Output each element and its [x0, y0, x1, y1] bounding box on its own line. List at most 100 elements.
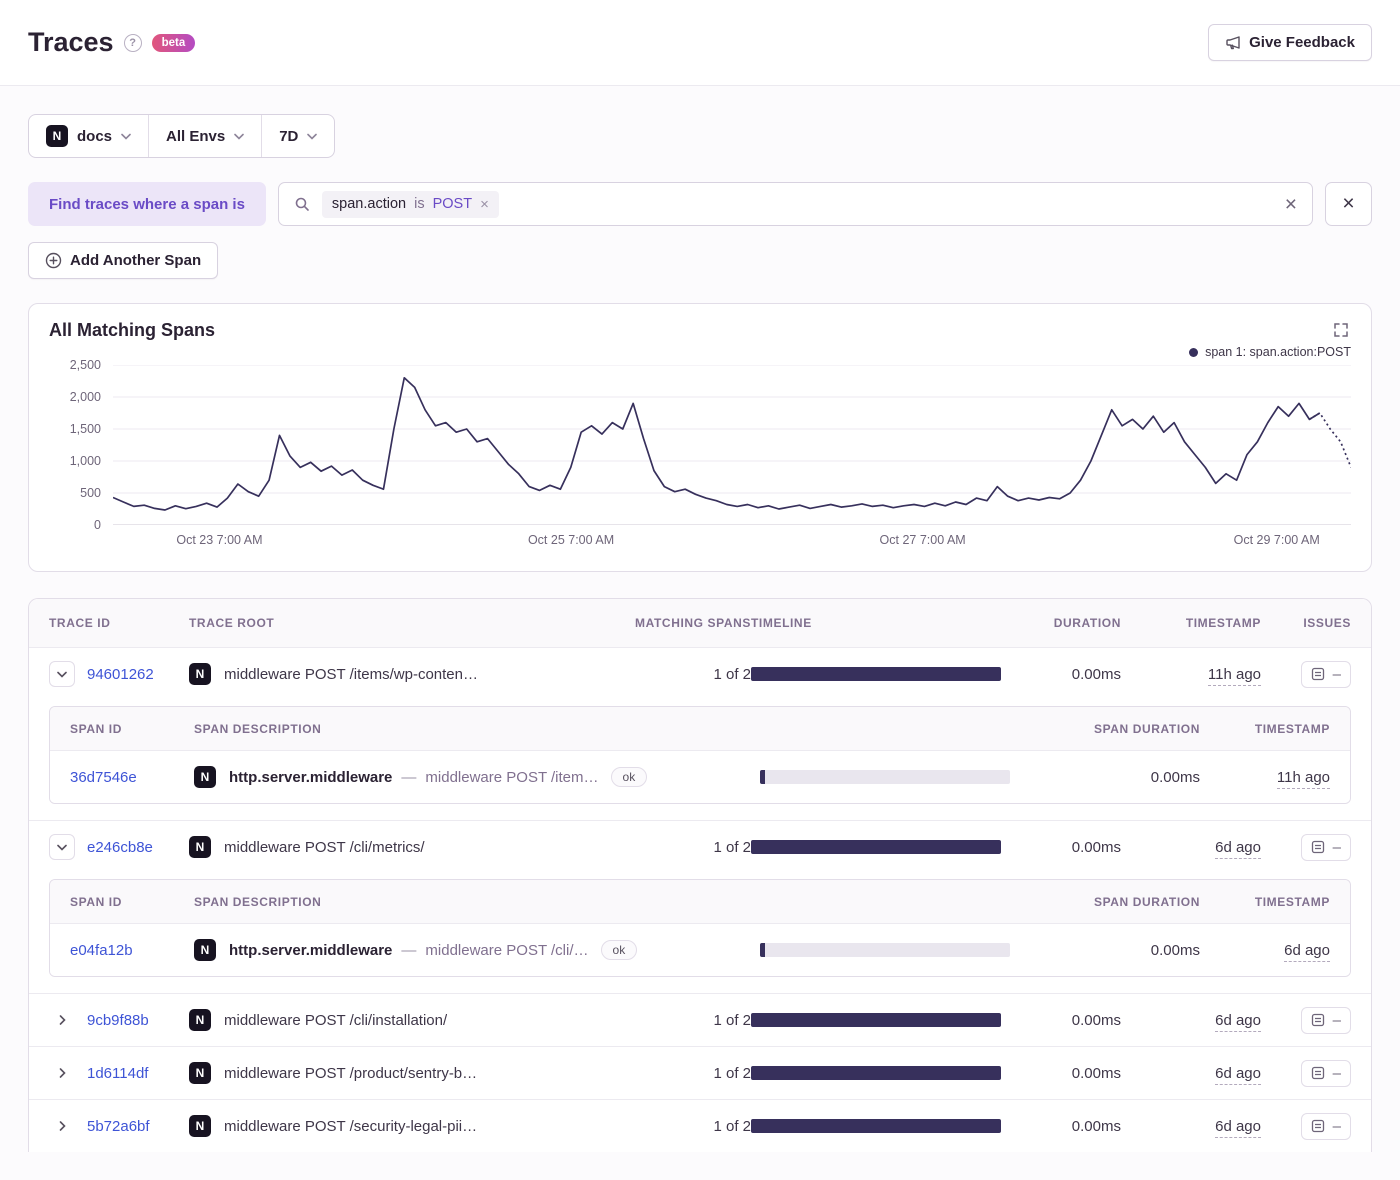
separator-dash: —: [401, 768, 417, 786]
issues-button[interactable]: –: [1300, 1006, 1351, 1034]
chevron-down-icon: [307, 133, 318, 140]
trace-id-link[interactable]: 9cb9f88b: [87, 1012, 149, 1029]
nextjs-logo: N: [189, 836, 211, 858]
nextjs-logo: N: [194, 939, 216, 961]
give-feedback-button[interactable]: Give Feedback: [1208, 24, 1372, 61]
col-span-id: SPAN ID: [70, 894, 122, 909]
token-remove-icon[interactable]: ×: [480, 196, 489, 213]
nextjs-logo: N: [46, 125, 68, 147]
matching-spans-count: 1 of 2: [713, 1117, 751, 1135]
help-icon[interactable]: ?: [123, 33, 142, 52]
span-timestamp: 6d ago: [1284, 941, 1330, 962]
issues-button[interactable]: –: [1300, 1112, 1351, 1140]
spans-line-chart: [113, 365, 1351, 525]
col-span-description: SPAN DESCRIPTION: [194, 721, 322, 736]
span-timeline-tick: [760, 943, 765, 957]
table-row: e246cb8e N middleware POST /cli/metrics/…: [29, 820, 1371, 873]
separator-dash: —: [401, 941, 417, 959]
fullscreen-button[interactable]: [1331, 320, 1351, 343]
span-timeline-track: [760, 770, 1010, 784]
trace-duration: 0.00ms: [1071, 838, 1121, 856]
span-timeline-tick: [760, 770, 765, 784]
nextjs-logo: N: [189, 1115, 211, 1137]
x-tick: Oct 27 7:00 AM: [879, 533, 966, 547]
issues-button[interactable]: –: [1300, 833, 1351, 861]
expand-row-button[interactable]: [49, 1007, 75, 1033]
span-filter-label: Find traces where a span is: [28, 182, 266, 226]
token-operator: is: [414, 196, 425, 212]
chart-header: All Matching Spans: [49, 320, 1351, 343]
issues-button[interactable]: –: [1300, 1059, 1351, 1087]
y-tick: 2,000: [69, 390, 101, 404]
issues-icon: [1311, 840, 1324, 854]
col-span-duration: SPAN DURATION: [1093, 721, 1200, 736]
timeline-bar: [751, 667, 1001, 681]
legend-label: span 1: span.action:POST: [1205, 345, 1351, 359]
chevron-down-icon: [57, 671, 67, 678]
trace-root-label: middleware POST /security-legal-pii…: [224, 1117, 478, 1135]
table-header-row: TRACE ID TRACE ROOT MATCHING SPANS TIMEL…: [29, 599, 1371, 647]
page-content: N docs All Envs 7D Find traces where a s…: [0, 86, 1400, 1180]
date-range-dropdown[interactable]: 7D: [261, 115, 334, 157]
trace-id-link[interactable]: e246cb8e: [87, 839, 153, 856]
project-filter-dropdown[interactable]: N docs: [29, 115, 148, 157]
expand-row-button[interactable]: [49, 1060, 75, 1086]
span-id-link[interactable]: e04fa12b: [70, 942, 133, 959]
trace-root-label: middleware POST /cli/metrics/: [224, 838, 425, 856]
chart-legend: span 1: span.action:POST: [49, 345, 1351, 359]
issues-button[interactable]: –: [1300, 660, 1351, 688]
trace-timestamp: 11h ago: [1207, 665, 1261, 686]
trace-root-label: middleware POST /cli/installation/: [224, 1011, 448, 1029]
span-subpanel: SPAN ID SPAN DESCRIPTION SPAN DURATION T…: [49, 879, 1351, 977]
table-row: 5b72a6bf N middleware POST /security-leg…: [29, 1099, 1371, 1152]
col-span-timestamp: TIMESTAMP: [1254, 894, 1330, 909]
trace-timestamp: 6d ago: [1215, 1064, 1261, 1085]
collapse-row-button[interactable]: [49, 661, 75, 687]
expand-row-button[interactable]: [49, 1113, 75, 1139]
plus-circle-icon: [45, 252, 62, 269]
span-duration: 0.00ms: [1150, 768, 1200, 786]
trace-duration: 0.00ms: [1071, 1117, 1121, 1135]
y-tick: 0: [94, 518, 101, 532]
chevron-down-icon: [121, 133, 131, 140]
trace-duration: 0.00ms: [1071, 1011, 1121, 1029]
span-search-input[interactable]: span.action is POST × ×: [277, 182, 1313, 226]
close-search-button[interactable]: ×: [1325, 182, 1372, 226]
trace-id-link[interactable]: 5b72a6bf: [87, 1118, 150, 1135]
status-badge: ok: [610, 767, 648, 787]
span-subpanel: SPAN ID SPAN DESCRIPTION SPAN DURATION T…: [49, 706, 1351, 804]
clear-search-icon[interactable]: ×: [1285, 194, 1297, 215]
col-span-duration: SPAN DURATION: [1093, 894, 1200, 909]
span-duration: 0.00ms: [1150, 941, 1200, 959]
trace-id-link[interactable]: 94601262: [87, 666, 154, 683]
page-header: Traces ? beta Give Feedback: [0, 0, 1400, 86]
add-another-span-button[interactable]: Add Another Span: [28, 242, 219, 279]
y-tick: 2,500: [69, 358, 101, 372]
filter-token[interactable]: span.action is POST ×: [321, 190, 499, 218]
issues-icon: [1311, 1066, 1324, 1080]
timeline-bar: [751, 840, 1001, 854]
trace-id-link[interactable]: 1d6114df: [87, 1065, 148, 1082]
trace-duration: 0.00ms: [1071, 1064, 1121, 1082]
trace-root-label: middleware POST /items/wp-conten…: [224, 665, 478, 683]
span-id-link[interactable]: 36d7546e: [70, 769, 137, 786]
span-timestamp: 11h ago: [1276, 768, 1330, 789]
page-title: Traces: [28, 27, 114, 57]
collapse-row-button[interactable]: [49, 834, 75, 860]
timeline-bar: [751, 1119, 1001, 1133]
environment-filter-dropdown[interactable]: All Envs: [148, 115, 261, 157]
trace-timestamp: 6d ago: [1215, 1011, 1261, 1032]
megaphone-icon: [1225, 35, 1241, 51]
nextjs-logo: N: [189, 663, 211, 685]
token-value: POST: [432, 196, 473, 212]
span-description: middleware POST /item…: [425, 768, 599, 786]
span-header-row: SPAN ID SPAN DESCRIPTION SPAN DURATION T…: [50, 707, 1350, 751]
col-timeline: TIMELINE: [751, 616, 812, 630]
nextjs-logo: N: [189, 1009, 211, 1031]
x-tick: Oct 23 7:00 AM: [176, 533, 263, 547]
line-chart-plot[interactable]: Oct 23 7:00 AM Oct 25 7:00 AM Oct 27 7:0…: [113, 365, 1351, 559]
issues-count: –: [1332, 665, 1341, 683]
issues-icon: [1311, 667, 1324, 681]
token-key: span.action: [331, 196, 407, 212]
trace-timestamp: 6d ago: [1215, 838, 1261, 859]
